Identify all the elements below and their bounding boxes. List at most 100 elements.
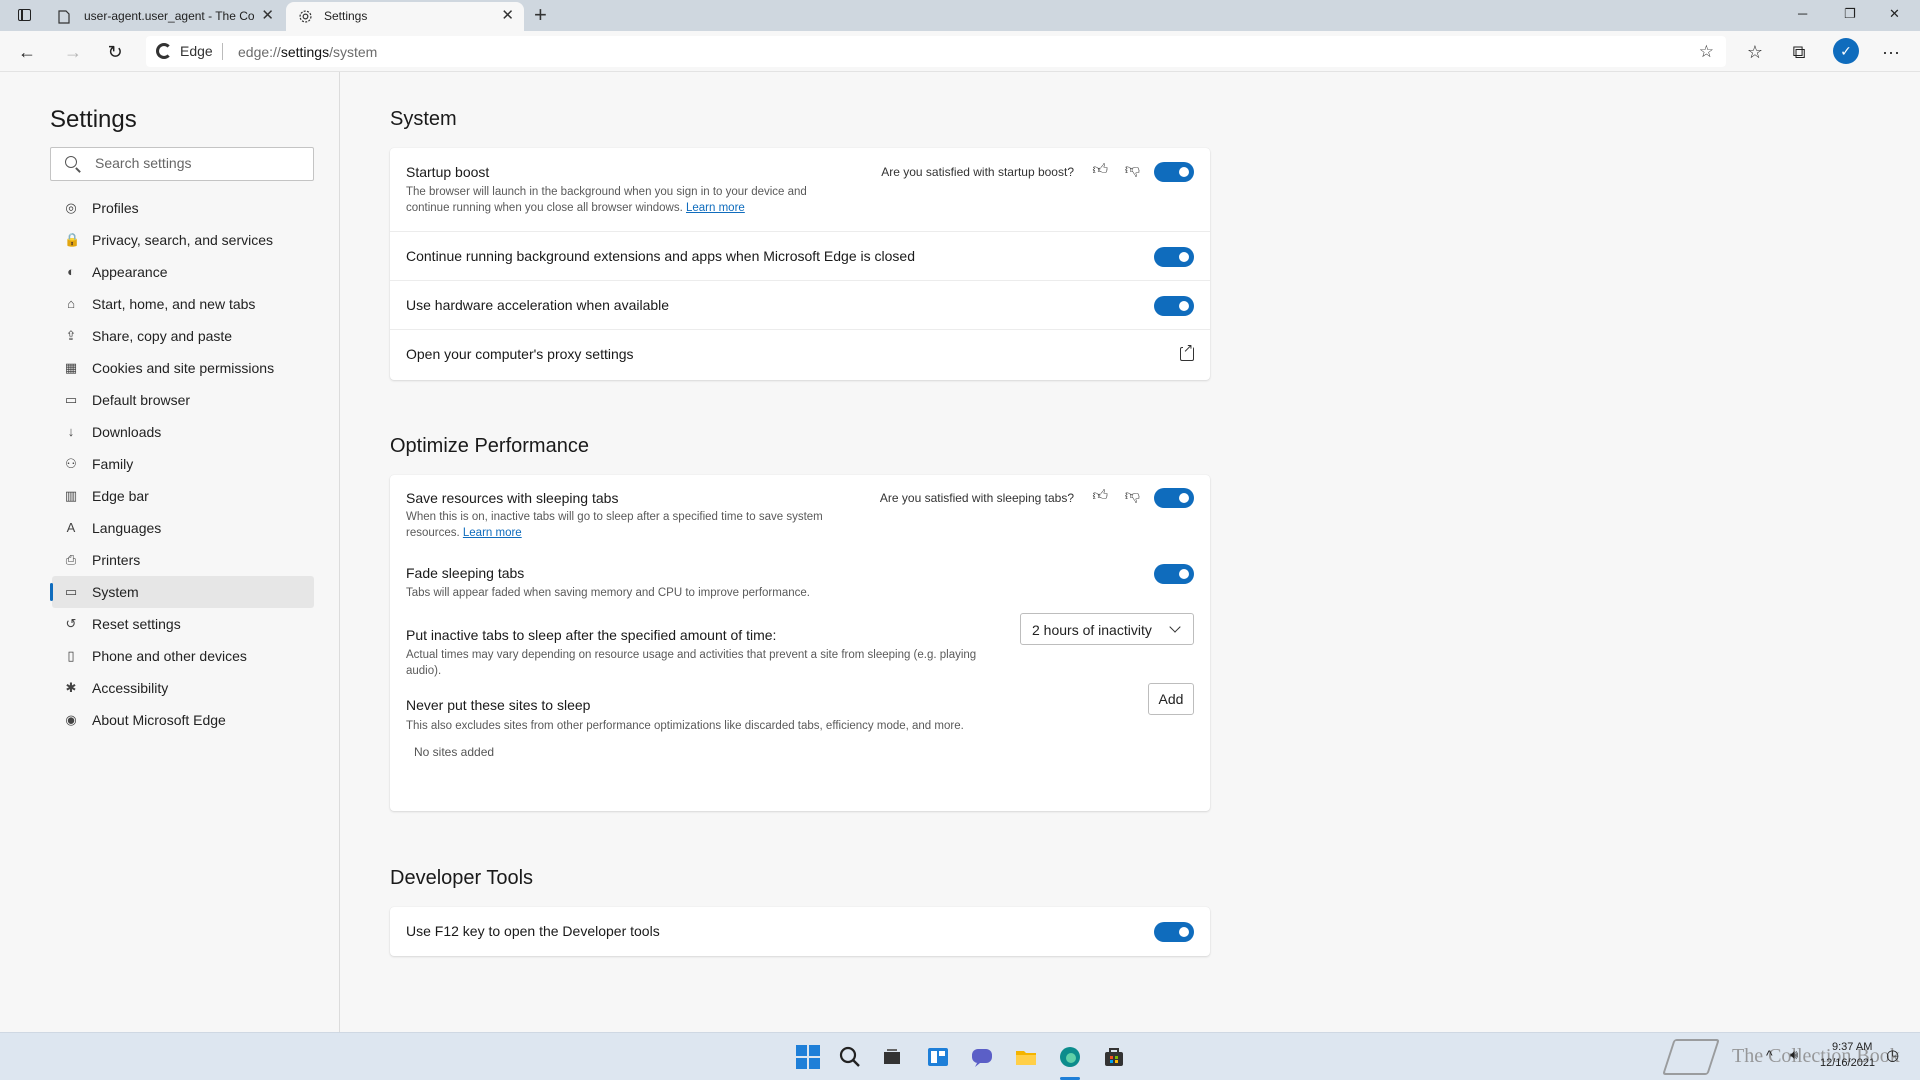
sidebar-item-printers[interactable]: ⎙ Printers [52, 544, 314, 576]
sidebar-item-label: Family [92, 456, 134, 472]
search-settings-input[interactable] [95, 155, 295, 171]
tab-user-agent[interactable]: user-agent.user_agent - The Coll ✕ [44, 2, 284, 31]
collections-icon[interactable]: ⧉ [1786, 39, 1812, 65]
add-favorite-icon[interactable]: ☆ [1699, 42, 1714, 62]
background-extensions-title: Continue running background extensions a… [406, 248, 915, 264]
page-icon [58, 10, 70, 24]
proxy-settings-row[interactable]: Open your computer's proxy settings [390, 330, 1210, 380]
thumbs-down-icon[interactable]: 👎︎ [1125, 487, 1140, 505]
notifications-icon[interactable]: ◷ [1886, 1046, 1899, 1064]
close-window-button[interactable]: ✕ [1889, 6, 1900, 22]
hardware-acceleration-toggle[interactable] [1154, 296, 1194, 316]
sidebar-item-accessibility[interactable]: ✱ Accessibility [52, 672, 314, 704]
search-settings-box[interactable] [50, 147, 314, 181]
sidebar-item-appearance[interactable]: ◐ Appearance [52, 256, 314, 288]
fade-sleeping-tabs-toggle[interactable] [1154, 564, 1194, 584]
sidebar-item-label: Privacy, search, and services [92, 232, 274, 248]
store-icon[interactable] [1102, 1045, 1126, 1069]
profile-avatar[interactable]: ✓ [1833, 38, 1859, 64]
sidebar-item-cookies-and-site-permissions[interactable]: ▦ Cookies and site permissions [52, 352, 314, 384]
close-tab-button[interactable]: ✕ [501, 8, 514, 24]
close-tab-button[interactable]: ✕ [261, 8, 274, 24]
task-view-icon[interactable] [880, 1045, 904, 1069]
sidebar-item-label: Downloads [92, 424, 162, 440]
sidebar-item-label: Edge bar [92, 488, 149, 504]
startup-boost-title: Startup boost [406, 164, 490, 180]
start-icon[interactable] [796, 1045, 820, 1069]
site-identity-chip[interactable]: Edge [156, 43, 213, 59]
file-explorer-icon[interactable] [1014, 1045, 1038, 1069]
external-link-icon[interactable] [1180, 342, 1194, 361]
sidebar-item-profiles[interactable]: ◎ Profiles [52, 192, 314, 224]
thumbs-up-icon[interactable]: 👍︎ [1092, 161, 1108, 179]
search-icon[interactable] [838, 1045, 862, 1069]
url-path: /system [329, 44, 378, 60]
sidebar-item-about-microsoft-edge[interactable]: ◉ About Microsoft Edge [52, 704, 314, 736]
settings-title: Settings [50, 106, 137, 133]
sidebar-item-reset-settings[interactable]: ↺ Reset settings [52, 608, 314, 640]
sleeping-tabs-desc-1: When this is on, inactive tabs will go t… [406, 511, 823, 523]
address-bar[interactable]: Edge edge://settings/system ☆ [146, 36, 1726, 67]
thumbs-down-icon[interactable]: 👎︎ [1125, 161, 1140, 179]
sleeping-tabs-learn-more-link[interactable]: Learn more [463, 527, 522, 539]
sidebar-item-share-copy-and-paste[interactable]: ⇪ Share, copy and paste [52, 320, 314, 352]
sidebar-item-languages[interactable]: A Languages [52, 512, 314, 544]
sidebar-item-label: Default browser [92, 392, 191, 408]
profile-icon: ◎ [65, 200, 77, 215]
restore-button[interactable]: ❐ [1844, 6, 1856, 22]
sleeping-tabs-toggle[interactable] [1154, 488, 1194, 508]
sidebar-item-phone-and-other-devices[interactable]: ▯ Phone and other devices [52, 640, 314, 672]
sleep-timeout-desc-2: audio). [406, 665, 442, 677]
sidebar-item-label: Start, home, and new tabs [92, 296, 256, 312]
startup-boost-toggle[interactable] [1154, 162, 1194, 182]
language-icon: A [66, 520, 76, 535]
sidebar-item-privacy-search-and-services[interactable]: 🔒 Privacy, search, and services [52, 224, 314, 256]
sidebar-item-label: Appearance [92, 264, 168, 280]
sidebar-item-default-browser[interactable]: ▭ Default browser [52, 384, 314, 416]
favorites-icon[interactable]: ☆ [1742, 39, 1768, 65]
forward-button[interactable]: → [60, 39, 86, 65]
background-extensions-row: Continue running background extensions a… [390, 232, 1210, 281]
more-options-button[interactable]: ··· [1878, 39, 1904, 65]
never-sleep-row: Never put these sites to sleep This also… [390, 683, 1210, 811]
tray-chevron-icon[interactable]: ^ [1766, 1047, 1773, 1063]
url-text[interactable]: edge://settings/system [238, 44, 377, 60]
sidebar-item-edge-bar[interactable]: ▥ Edge bar [52, 480, 314, 512]
new-tab-button[interactable]: + [534, 3, 547, 27]
minimize-button[interactable]: ─ [1798, 6, 1807, 21]
thumbs-up-icon[interactable]: 👍︎ [1092, 487, 1108, 505]
chat-icon[interactable] [970, 1045, 994, 1069]
no-sites-text: No sites added [414, 745, 495, 759]
edge-logo-icon: ◉ [65, 712, 77, 727]
volume-icon[interactable]: 🔊︎ [1790, 1047, 1798, 1063]
widgets-icon[interactable] [926, 1045, 950, 1069]
sidebar-item-system[interactable]: ▭ System [50, 576, 314, 608]
sleeping-tabs-title: Save resources with sleeping tabs [406, 490, 619, 506]
tab-strip: user-agent.user_agent - The Coll ✕ Setti… [0, 0, 1920, 31]
watermark-book-logo [1662, 1039, 1720, 1075]
clock-time[interactable]: 9:37 AM [1832, 1041, 1872, 1053]
sidebar-item-label: Cookies and site permissions [92, 360, 275, 376]
never-sleep-title: Never put these sites to sleep [406, 697, 591, 713]
sleep-timeout-dropdown[interactable]: 2 hours of inactivity [1020, 613, 1194, 645]
startup-boost-learn-more-link[interactable]: Learn more [686, 202, 745, 214]
clock-date[interactable]: 12/16/2021 [1820, 1057, 1875, 1069]
sidebar-item-label: System [92, 584, 139, 600]
sidebar-item-family[interactable]: ⚇ Family [52, 448, 314, 480]
add-site-button[interactable]: Add [1148, 683, 1194, 715]
tab-actions-button[interactable] [12, 6, 36, 26]
f12-row: Use F12 key to open the Developer tools [390, 907, 1210, 956]
f12-toggle[interactable] [1154, 922, 1194, 942]
background-extensions-toggle[interactable] [1154, 247, 1194, 267]
sidebar-item-downloads[interactable]: ↓ Downloads [52, 416, 314, 448]
tab-title: user-agent.user_agent - The Coll [84, 9, 254, 23]
sleep-timeout-row: Put inactive tabs to sleep after the spe… [390, 611, 1210, 697]
sleep-timeout-title: Put inactive tabs to sleep after the spe… [406, 627, 777, 643]
desc-text: resources. [406, 527, 460, 539]
sidebar-item-start-home-and-new-tabs[interactable]: ⌂ Start, home, and new tabs [52, 288, 314, 320]
back-button[interactable]: ← [14, 39, 40, 65]
tab-settings[interactable]: Settings ✕ [286, 2, 524, 31]
edge-icon[interactable] [1058, 1045, 1082, 1069]
fade-sleeping-tabs-row: Fade sleeping tabs Tabs will appear fade… [390, 553, 1210, 611]
refresh-button[interactable]: ↻ [102, 39, 128, 65]
